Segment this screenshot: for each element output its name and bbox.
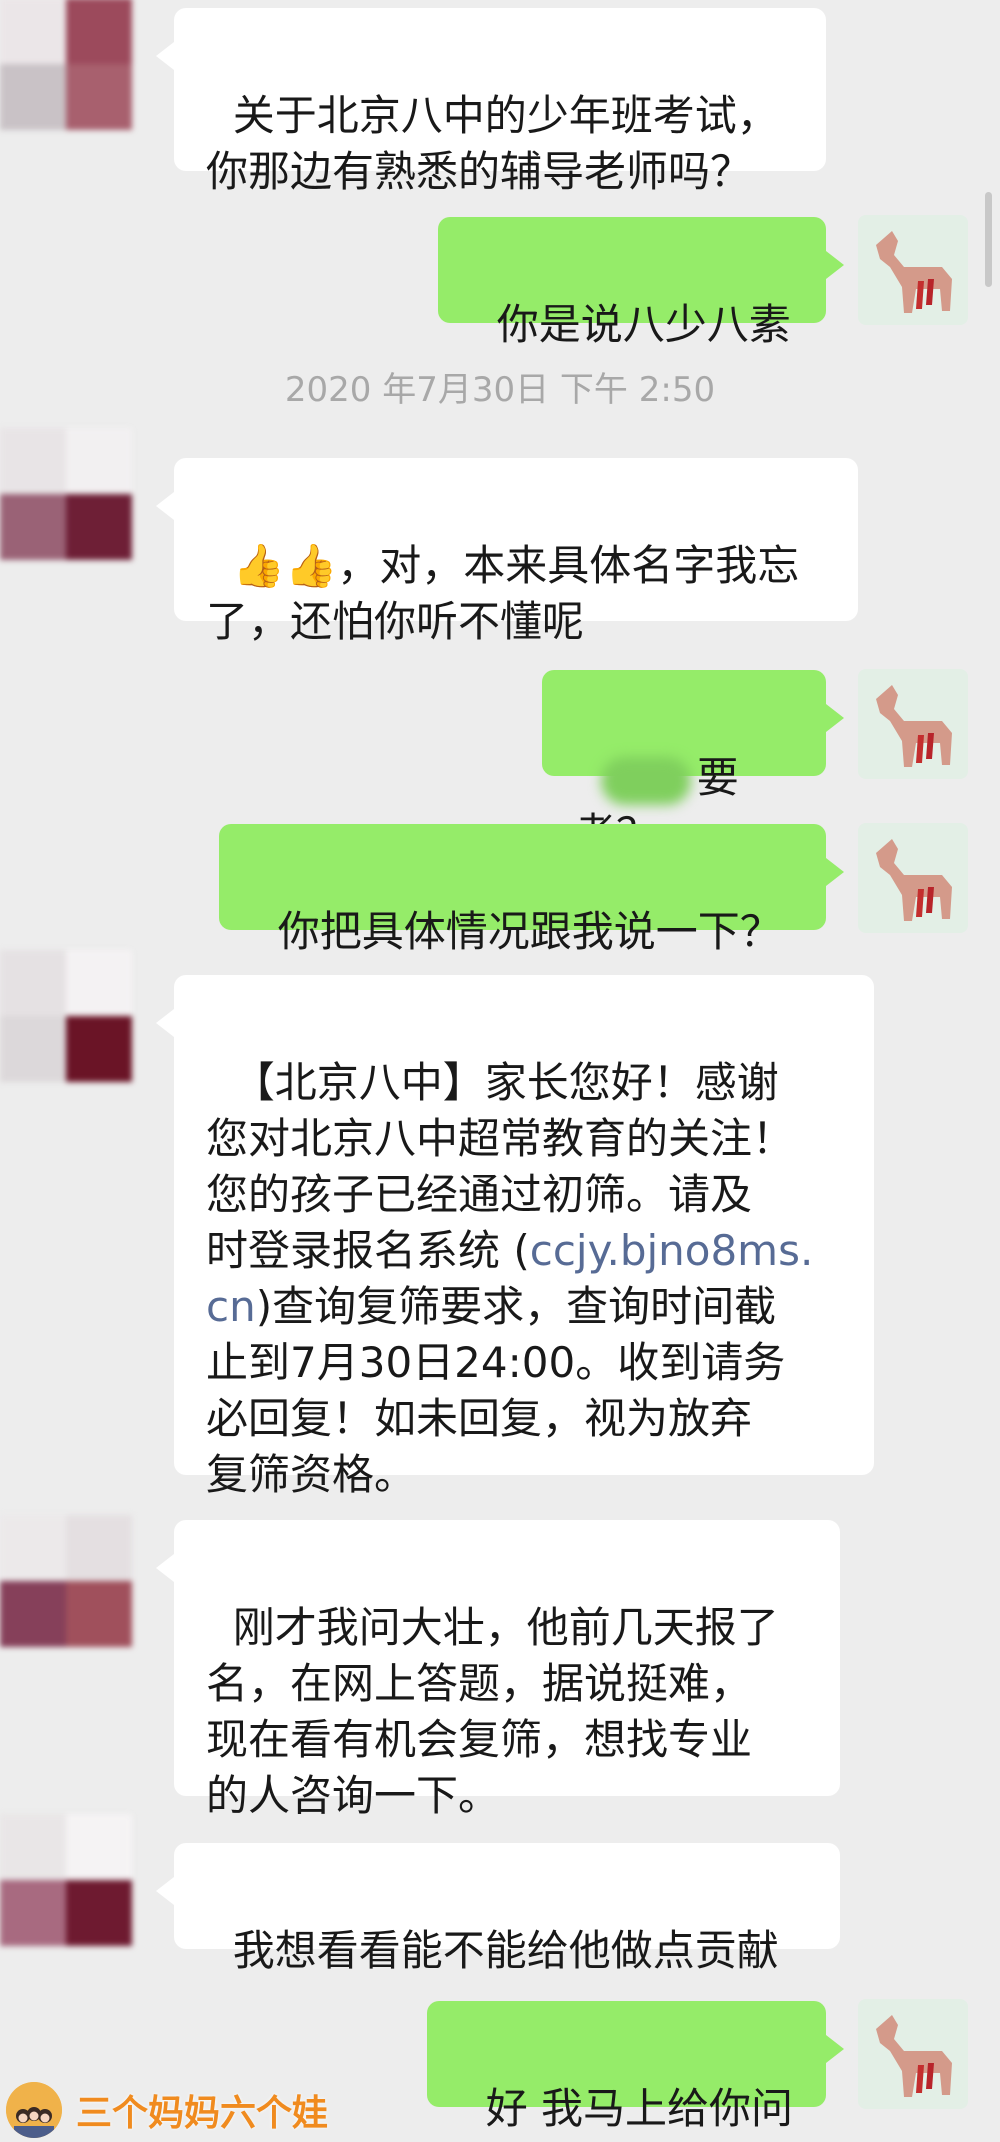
message-text: 你是说八少八素 [496, 300, 791, 349]
message-text: 我想看看能不能给他做点贡献 [232, 1926, 779, 1975]
message-bubble-incoming[interactable]: 我想看看能不能给他做点贡献 [156, 1843, 840, 1975]
contact-avatar[interactable] [0, 428, 132, 560]
horse-avatar-icon [858, 669, 968, 779]
family-icon [6, 2082, 62, 2138]
message-bubble-outgoing[interactable]: 好 我马上给你问 [427, 2001, 844, 2133]
message-text: 你把具体情况跟我说一下？ [277, 907, 782, 956]
message-bubble-incoming[interactable]: 刚才我问大壮，他前几天报了 名，在网上答题，据说挺难， 现在看有机会复筛，想找专… [156, 1520, 840, 1820]
message-bubble-incoming[interactable]: 【北京八中】家长您好！感谢 您对北京八中超常教育的关注！ 您的孩子已经通过初筛。… [156, 975, 874, 1499]
watermark-logo [6, 2082, 62, 2138]
chat-timestamp: 2020 年7月30日 下午 2:50 [284, 370, 716, 410]
my-avatar[interactable] [858, 215, 968, 325]
my-avatar[interactable] [858, 1999, 968, 2109]
my-avatar[interactable] [858, 669, 968, 779]
message-bubble-incoming[interactable]: 👍👍，对，本来具体名字我忘 了，还怕你听不懂呢 [156, 458, 858, 646]
redacted-name [600, 756, 691, 805]
horse-avatar-icon [858, 1999, 968, 2109]
my-avatar[interactable] [858, 823, 968, 933]
watermark-text: 三个妈妈六个娃 [76, 2093, 329, 2134]
horse-avatar-icon [858, 215, 968, 325]
contact-avatar[interactable] [0, 0, 132, 130]
message-bubble-incoming[interactable]: 关于北京八中的少年班考试， 你那边有熟悉的辅导老师吗？ [156, 8, 826, 196]
message-text: )查询复筛要求，查询时间截 止到7月30日24:00。收到请务 必回复！如未回复… [206, 1282, 786, 1499]
message-text: 关于北京八中的少年班考试， 你那边有熟悉的辅导老师吗？ [206, 91, 779, 196]
message-bubble-outgoing[interactable]: 你把具体情况跟我说一下？ [219, 824, 844, 956]
message-text: 好 我马上给你问 [485, 2084, 794, 2133]
message-bubble-outgoing[interactable]: 要考？ [542, 670, 844, 858]
scrollbar[interactable] [985, 192, 992, 287]
contact-avatar[interactable] [0, 1515, 132, 1647]
horse-avatar-icon [858, 823, 968, 933]
message-text: 刚才我问大壮，他前几天报了 名，在网上答题，据说挺难， 现在看有机会复筛，想找专… [206, 1603, 779, 1820]
contact-avatar[interactable] [0, 950, 132, 1082]
contact-avatar[interactable] [0, 1814, 132, 1946]
watermark: 三个妈妈六个娃 [6, 2082, 328, 2138]
thumbs-up-icon: 👍👍 [232, 541, 338, 590]
message-bubble-outgoing[interactable]: 你是说八少八素 [438, 217, 844, 349]
